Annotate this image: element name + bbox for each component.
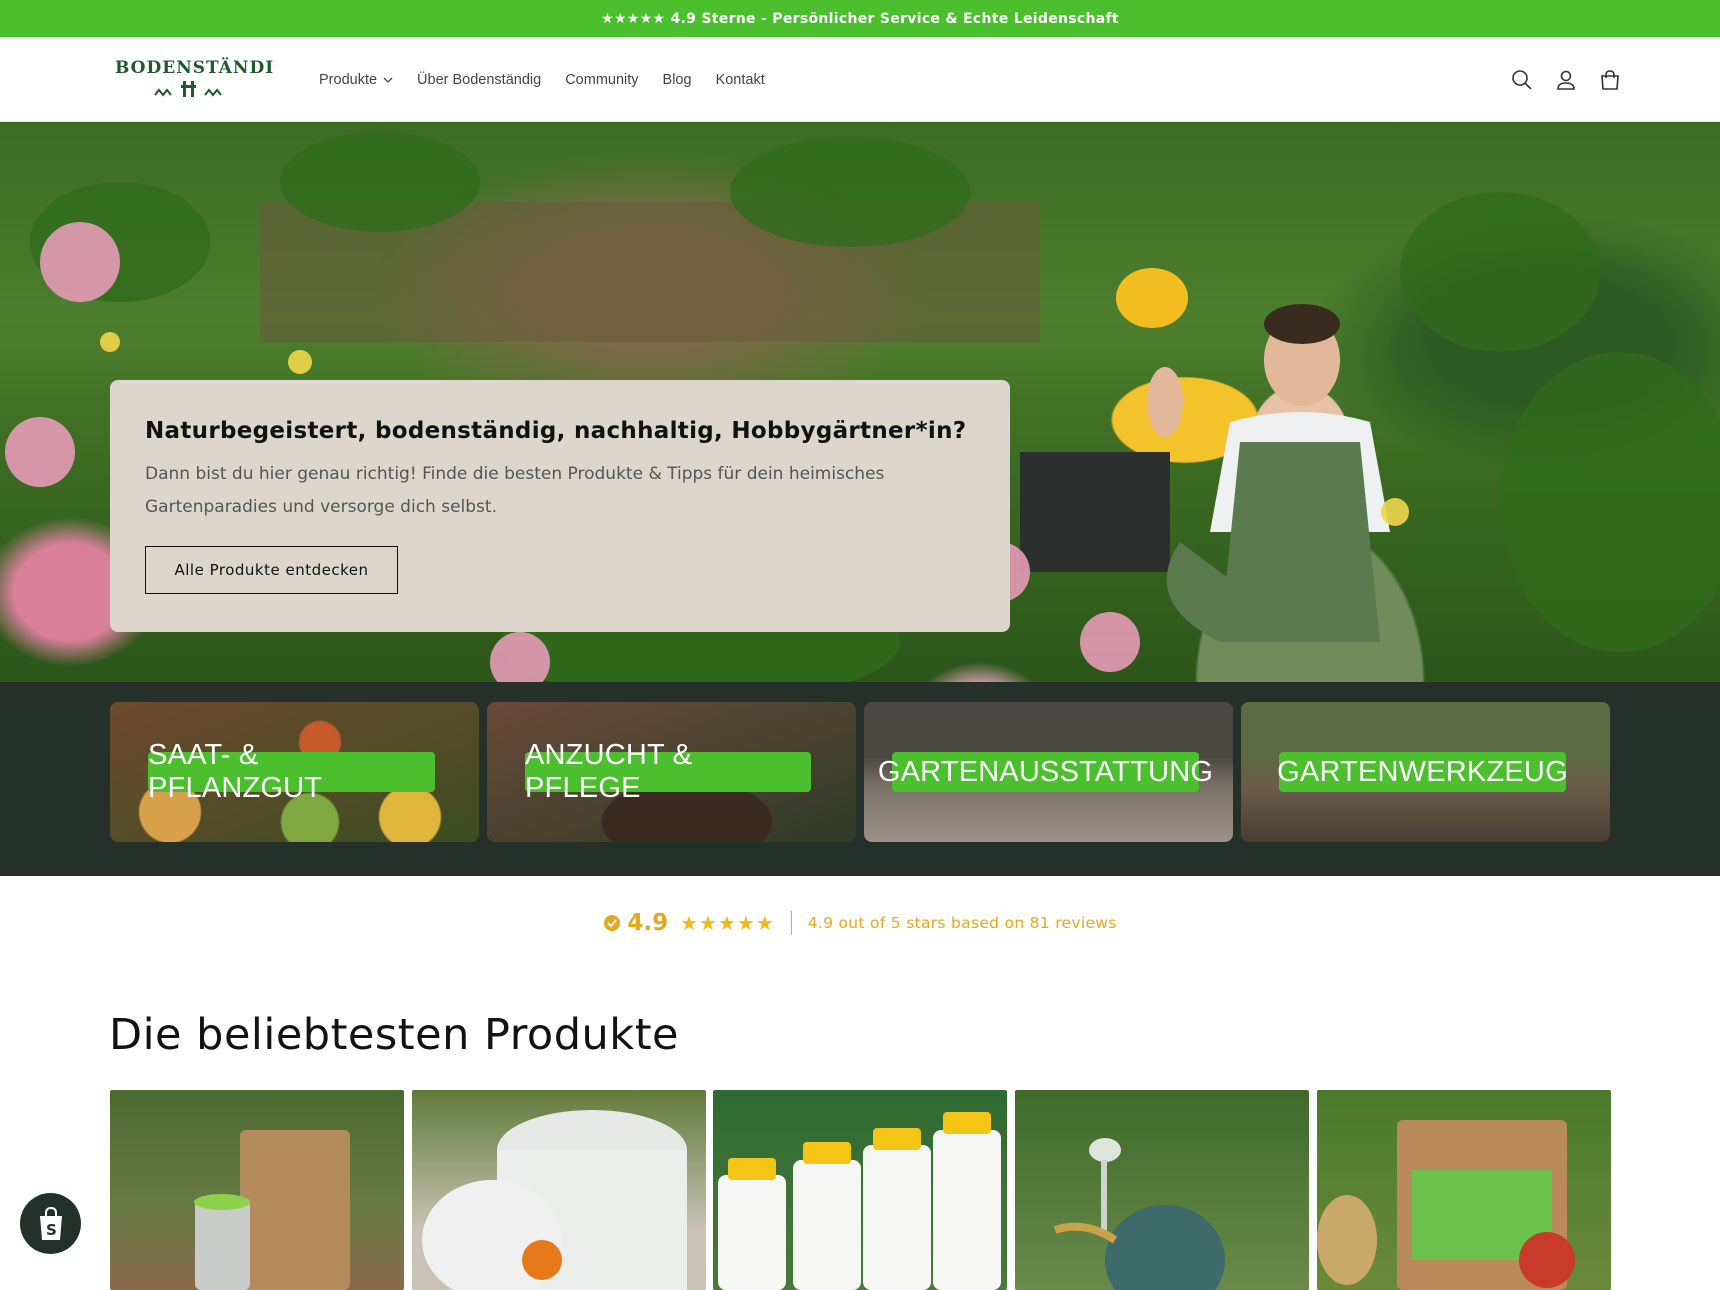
hero-banner: Naturbegeistert, bodenständig, nachhalti…: [0, 122, 1720, 682]
product-card[interactable]: [110, 1090, 404, 1290]
product-image: [718, 1112, 1001, 1290]
shopify-bag-icon: S: [39, 1206, 62, 1240]
account-icon[interactable]: [1554, 68, 1578, 92]
rating-score: 4.9: [603, 910, 668, 936]
rating-summary[interactable]: 4.9 ★★★★★ 4.9 out of 5 stars based on 81…: [0, 905, 1720, 941]
nav-label: Blog: [662, 71, 692, 88]
site-header: BODENSTÄNDIG Produkte Über Bodenständig …: [0, 37, 1720, 122]
nav-label: Über Bodenständig: [417, 71, 542, 88]
main-nav: Produkte Über Bodenständig Community Blo…: [319, 37, 777, 122]
nav-label: Community: [565, 71, 639, 88]
logo[interactable]: BODENSTÄNDIG: [115, 55, 289, 103]
nav-item-blog[interactable]: Blog: [651, 72, 704, 88]
nav-label: Kontakt: [715, 71, 765, 88]
rating-text: 4.9 out of 5 stars based on 81 reviews: [807, 914, 1117, 932]
featured-title: Die beliebtesten Produkte: [109, 1010, 680, 1060]
verified-icon: [604, 915, 621, 931]
logo-mark: BODENSTÄNDIG: [115, 57, 289, 97]
product-card[interactable]: [412, 1090, 706, 1290]
product-image: [422, 1110, 687, 1290]
announcement-text: ★★★★★ 4.9 Sterne - Persönlicher Service …: [601, 10, 1119, 27]
rating-divider: [790, 911, 792, 935]
rating-stars: ★★★★★: [680, 911, 775, 935]
category-label: SAAT- & PFLANZGUT: [148, 739, 435, 804]
hero-title: Naturbegeistert, bodenständig, nachhalti…: [145, 418, 967, 444]
nav-item-kontakt[interactable]: Kontakt: [704, 72, 777, 88]
category-saatgut[interactable]: SAAT- & PFLANZGUT: [110, 702, 479, 842]
nav-item-produkte[interactable]: Produkte: [319, 72, 405, 88]
announcement-bar: ★★★★★ 4.9 Sterne - Persönlicher Service …: [0, 0, 1720, 37]
product-card[interactable]: [1317, 1090, 1611, 1290]
nav-label: Produkte: [319, 71, 378, 88]
product-image: [1317, 1120, 1575, 1290]
nav-item-community[interactable]: Community: [553, 72, 650, 88]
svg-text:S: S: [46, 1221, 57, 1239]
discover-products-button[interactable]: Alle Produkte entdecken: [145, 546, 398, 594]
product-image: [1053, 1138, 1225, 1290]
shopify-chat-button[interactable]: S: [20, 1193, 81, 1254]
nav-item-ueber[interactable]: Über Bodenständig: [405, 72, 553, 88]
category-gartenwerkzeug[interactable]: GARTENWERKZEUG: [1241, 702, 1610, 842]
category-label: GARTENAUSSTATTUNG: [878, 752, 1213, 792]
category-gartenausstattung[interactable]: GARTENAUSSTATTUNG: [864, 702, 1233, 842]
rating-score-value: 4.9: [627, 910, 669, 936]
category-label: GARTENWERKZEUG: [1277, 752, 1568, 792]
search-icon[interactable]: [1510, 68, 1534, 92]
product-card[interactable]: [713, 1090, 1007, 1290]
svg-text:BODENSTÄNDIG: BODENSTÄNDIG: [115, 57, 275, 78]
category-anzucht[interactable]: ANZUCHT & PFLEGE: [487, 702, 856, 842]
chevron-down-icon: [383, 77, 393, 83]
product-card[interactable]: [1015, 1090, 1309, 1290]
cart-icon[interactable]: [1598, 68, 1622, 92]
category-label: ANZUCHT & PFLEGE: [525, 739, 811, 804]
product-image: [194, 1130, 350, 1290]
header-icons: [1510, 37, 1622, 122]
hero-card: Naturbegeistert, bodenständig, nachhalti…: [110, 380, 1010, 632]
hero-subtitle: Dann bist du hier genau richtig! Finde d…: [145, 464, 885, 517]
product-grid: [110, 1090, 1611, 1290]
category-band: SAAT- & PFLANZGUT ANZUCHT & PFLEGE GARTE…: [0, 682, 1720, 876]
